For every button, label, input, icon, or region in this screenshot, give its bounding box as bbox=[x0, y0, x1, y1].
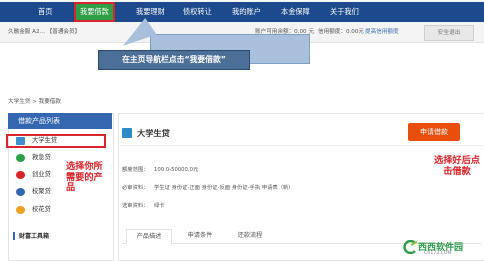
required-docs-row: 必审资料： 学生证 身份证-正面 身份证-反面 身份证-手执 申请表（新） bbox=[122, 183, 294, 191]
nav-my-account[interactable]: 我的账户 bbox=[232, 2, 261, 22]
breadcrumb: 大学生贷 > 我要借款 bbox=[8, 99, 61, 105]
user-greeting: 久融金服 A2... 【普通会员】 bbox=[8, 29, 81, 35]
tab-product-description[interactable]: 产品描述 bbox=[126, 229, 172, 245]
sidebar-selection-highlight bbox=[6, 134, 106, 148]
sidebar-item-label: 创业贷 bbox=[32, 171, 51, 178]
row-value: 绿卡 bbox=[154, 203, 165, 209]
credit-limit: 信用额度：0.00元 bbox=[318, 29, 365, 35]
callout-instruction: 在主页导航栏点击“我要借款” bbox=[98, 50, 250, 70]
nav-home[interactable]: 首页 bbox=[38, 2, 52, 22]
row-label: 额度范围： bbox=[122, 167, 149, 173]
sidebar-item-label: 校花贷 bbox=[32, 206, 51, 213]
wealth-toolbox-heading: 财富工具箱 bbox=[19, 233, 50, 240]
row-label: 必审资料： bbox=[122, 185, 149, 191]
sidebar-header: 借款产品列表 bbox=[8, 113, 112, 129]
campus-icon bbox=[16, 188, 25, 196]
sidebar-item-label: 救急贷 bbox=[32, 154, 51, 161]
raise-credit-link[interactable]: 提高信用额度 bbox=[365, 22, 399, 42]
apply-loan-button[interactable]: 申请借款 bbox=[408, 123, 460, 141]
nav-borrow[interactable]: 我要借款 bbox=[74, 2, 115, 22]
logout-button[interactable]: 安全退出 bbox=[424, 25, 474, 41]
row-value: 100.0-50000.0元 bbox=[154, 167, 199, 173]
emergency-icon bbox=[16, 154, 25, 162]
tab-repayment-process[interactable]: 还款流程 bbox=[228, 229, 272, 243]
nav-invest[interactable]: 我要理财 bbox=[136, 2, 165, 22]
sidebar-item-flower-loan[interactable]: 校花贷 bbox=[10, 203, 110, 217]
startup-icon bbox=[16, 171, 25, 179]
sidebar-item-label: 校聚贷 bbox=[32, 188, 51, 195]
nav-debt-transfer[interactable]: 债权转让 bbox=[183, 2, 212, 22]
tab-application-conditions[interactable]: 申请条件 bbox=[178, 229, 222, 243]
row-value: 学生证 身份证-正面 身份证-反面 身份证-手执 申请表（新） bbox=[154, 185, 294, 191]
annotation-click-apply: 选择好后点击借款 bbox=[434, 155, 480, 177]
product-icon bbox=[122, 128, 132, 138]
annotation-select-product: 选择你所需要的产品 bbox=[66, 161, 103, 193]
main-nav: 首页 我要借款 我要理财 债权转让 我的账户 本金保障 关于我们 bbox=[0, 2, 484, 22]
amount-range-row: 额度范围： 100.0-50000.0元 bbox=[122, 165, 198, 173]
watermark-logo-icon bbox=[403, 240, 418, 254]
watermark-url: CR173.COM bbox=[424, 251, 452, 256]
divider bbox=[118, 145, 484, 146]
product-title: 大学生贷 bbox=[137, 128, 170, 138]
flower-icon bbox=[16, 206, 25, 214]
row-label: 选审资料： bbox=[122, 203, 149, 209]
optional-docs-row: 选审资料： 绿卡 bbox=[122, 201, 165, 209]
nav-about-us[interactable]: 关于我们 bbox=[330, 2, 359, 22]
wealth-tool-marker bbox=[13, 232, 15, 240]
nav-principal-guarantee[interactable]: 本金保障 bbox=[281, 2, 310, 22]
